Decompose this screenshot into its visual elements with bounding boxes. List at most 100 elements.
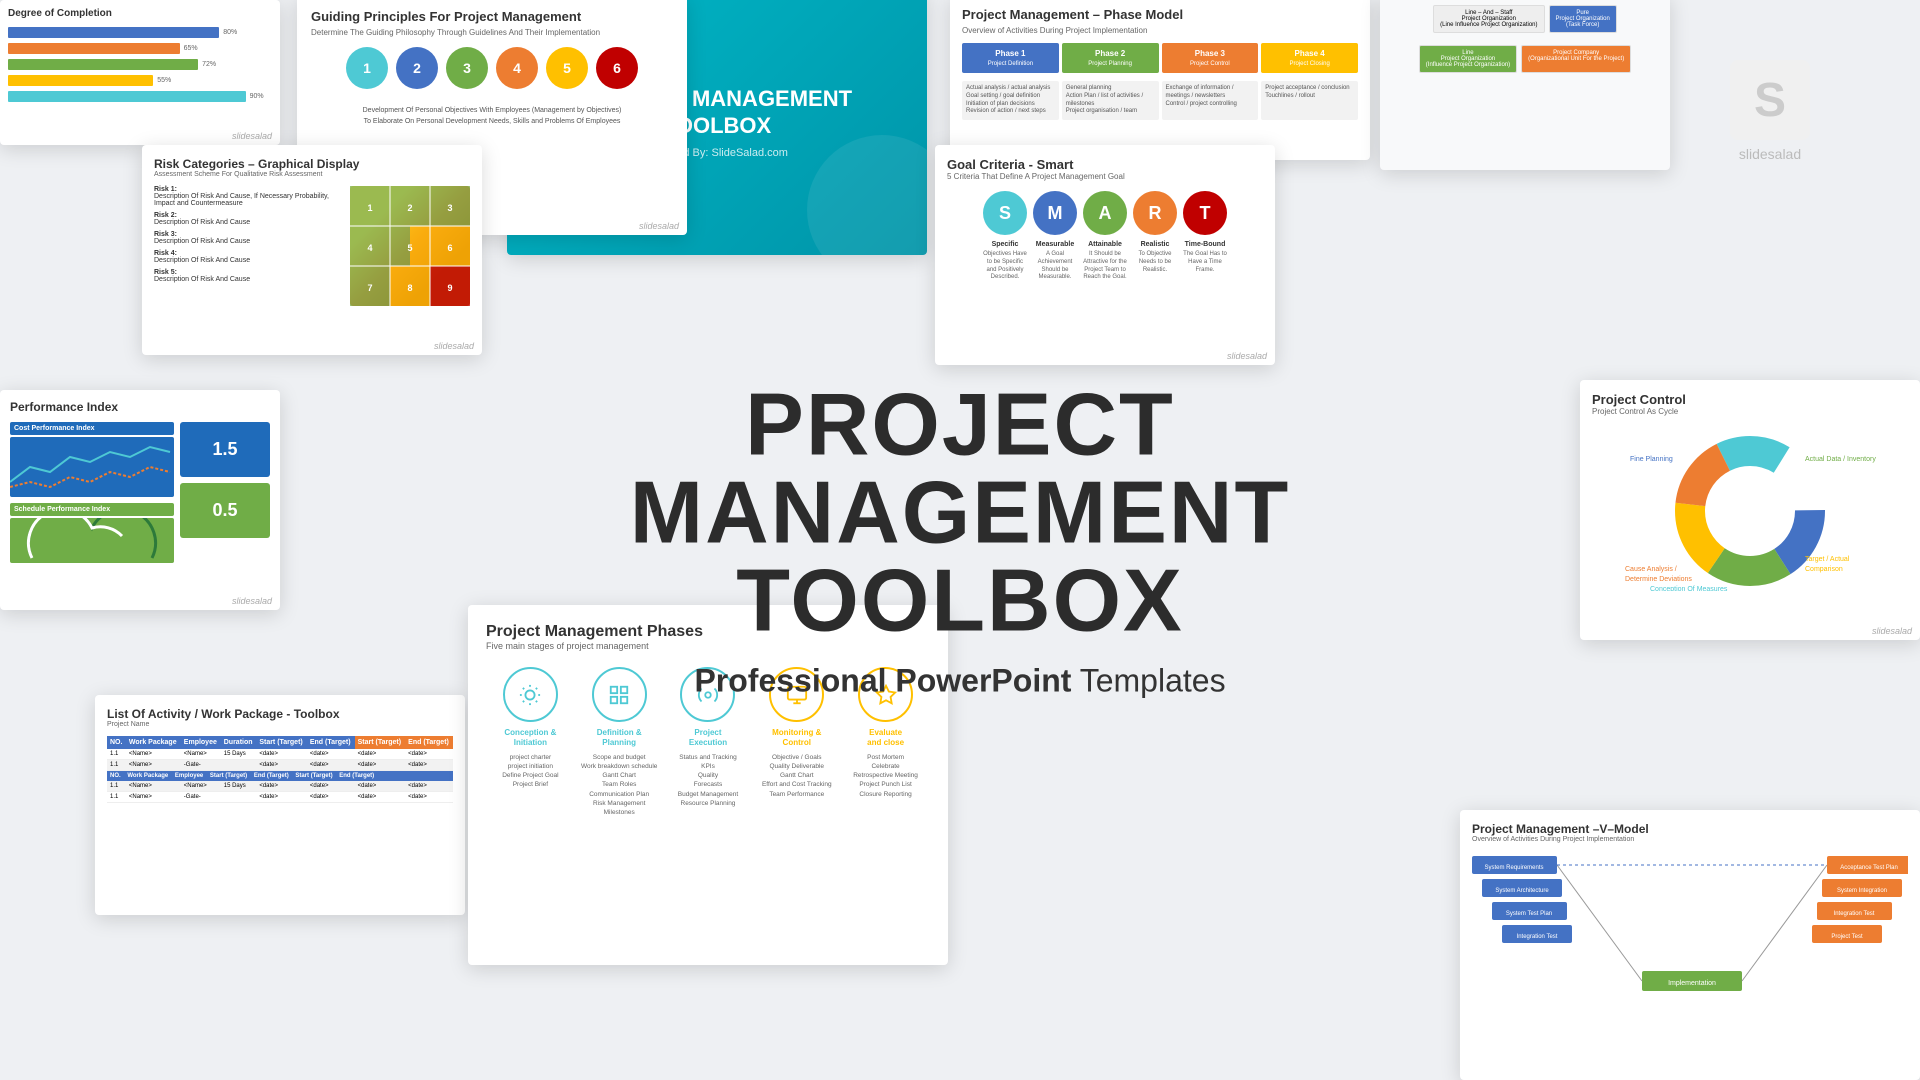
risk-categories-slide[interactable]: Risk Categories – Graphical Display Asse… <box>142 145 482 355</box>
col-wp: Work Package <box>126 736 181 749</box>
project-control-slide[interactable]: Project Control Project Control As Cycle… <box>1580 380 1920 640</box>
svg-text:Conception Of Measures: Conception Of Measures <box>1650 586 1728 591</box>
bar-chart-title: Degree of Completion <box>8 8 272 19</box>
smart-title: Goal Criteria - Smart <box>947 157 1263 172</box>
label-a: Attainable <box>1083 241 1127 248</box>
smart-m: M <box>1033 191 1077 235</box>
execution-label: ProjectExecution <box>689 728 727 747</box>
slidesalad-logo-area: S slidesalad <box>1670 60 1870 162</box>
control-chart: Fine Planning Actual Data / Inventory Ta… <box>1592 426 1908 596</box>
smart-sub: 5 Criteria That Define A Project Managem… <box>947 172 1263 181</box>
main-title-line1: PROJECT MANAGEMENT <box>480 381 1440 557</box>
watermark-control: slidesalad <box>1872 626 1912 636</box>
label-r: Realistic <box>1133 241 1177 248</box>
main-title-area: PROJECT MANAGEMENT TOOLBOX Professional … <box>480 381 1440 700</box>
org-chart-slide[interactable]: Line – And – StaffProject Organization(L… <box>1380 0 1670 170</box>
svg-text:Integration Test: Integration Test <box>1834 911 1875 917</box>
table-row: 1.1<Name><Name>15 Days<date><date><date>… <box>107 749 453 760</box>
svg-text:3: 3 <box>447 203 452 213</box>
smart-t: T <box>1183 191 1227 235</box>
svg-text:Fine Planning: Fine Planning <box>1630 456 1673 463</box>
schedule-value: 0.5 <box>180 483 270 538</box>
svg-text:Comparison: Comparison <box>1805 566 1843 573</box>
phase-1: Phase 1Project Definition <box>962 43 1059 73</box>
performance-index-slide[interactable]: Performance Index Cost Performance Index… <box>0 390 280 610</box>
perf-left: Cost Performance Index Schedule Performa… <box>10 422 174 563</box>
svg-text:Implementation: Implementation <box>1668 980 1716 987</box>
risk-content: Risk 1:Description Of Risk And Cause, If… <box>154 186 470 306</box>
svg-text:Acceptance Test Plan: Acceptance Test Plan <box>1840 865 1898 871</box>
label-t: Time-Bound <box>1183 241 1227 248</box>
col-no: NO. <box>107 736 126 749</box>
step-4: 4 <box>496 47 538 89</box>
evaluate-label: Evaluateand close <box>867 728 904 747</box>
monitoring-label: Monitoring &Control <box>772 728 821 747</box>
monitoring-items: Objective / GoalsQuality DeliverableGant… <box>762 753 832 798</box>
smart-a: A <box>1083 191 1127 235</box>
svg-text:Target / Actual: Target / Actual <box>1805 556 1850 563</box>
risk-matrix: 1 2 3 4 5 6 7 8 9 <box>350 186 470 306</box>
vmodel-sub: Overview of Activities During Project Im… <box>1472 836 1908 843</box>
svg-text:Integration Test: Integration Test <box>1517 934 1558 940</box>
risk-sub: Assessment Scheme For Qualitative Risk A… <box>154 171 470 178</box>
desc-a: It Should be Attractive for the Project … <box>1083 251 1127 282</box>
main-subtitle: Professional PowerPoint Templates <box>480 663 1440 700</box>
col-dur: Duration <box>221 736 257 749</box>
main-title-line2: TOOLBOX <box>480 557 1440 645</box>
phase-4: Phase 4Project Closing <box>1261 43 1358 73</box>
bar-chart-slide[interactable]: Degree of Completion 80% 65% 72% 55% 90%… <box>0 0 280 145</box>
guiding-circles: 1 2 3 4 5 6 <box>311 47 673 89</box>
label-m: Measurable <box>1033 241 1077 248</box>
perf-line-chart <box>10 437 174 497</box>
vmodel-chart: System Requirements System Architecture … <box>1472 851 1908 1011</box>
activity-sub: Project Name <box>107 721 453 728</box>
watermark-smart: slidesalad <box>1227 351 1267 361</box>
step-6: 6 <box>596 47 638 89</box>
activity-list-slide[interactable]: List Of Activity / Work Package - Toolbo… <box>95 695 465 915</box>
control-title: Project Control <box>1592 392 1908 407</box>
conception-label: Conception &Initiation <box>504 728 556 747</box>
desc-t: The Goal Has to Have a Time Frame. <box>1183 251 1227 282</box>
watermark-perf: slidesalad <box>232 596 272 606</box>
col-end2: End (Target) <box>405 736 453 749</box>
col-start1: Start (Target) <box>256 736 307 749</box>
svg-text:Determine Deviations: Determine Deviations <box>1625 576 1692 583</box>
svg-text:7: 7 <box>367 283 372 293</box>
svg-text:System Integration: System Integration <box>1837 888 1887 894</box>
risk-5: Risk 5:Description Of Risk And Cause <box>154 269 340 283</box>
bar-chart-rows: 80% 65% 72% 55% 90% <box>8 27 272 102</box>
svg-text:9: 9 <box>447 283 452 293</box>
phase-model-sub: Overview of Activities During Project Im… <box>962 26 1358 35</box>
guiding-sub: Determine The Guiding Philosophy Through… <box>311 28 673 37</box>
risk-3: Risk 3:Description Of Risk And Cause <box>154 231 340 245</box>
step-2: 2 <box>396 47 438 89</box>
perf-title: Performance Index <box>10 400 270 414</box>
slidesalad-logo-box: S <box>1730 60 1810 140</box>
svg-text:System Test Plan: System Test Plan <box>1506 911 1552 917</box>
desc-r: To Objective Needs to be Realistic. <box>1133 251 1177 282</box>
phase-model-slide[interactable]: Project Management – Phase Model Overvie… <box>950 0 1370 160</box>
vmodel-title: Project Management –V–Model <box>1472 822 1908 836</box>
watermark-bar: slidesalad <box>232 131 272 141</box>
risk-1: Risk 1:Description Of Risk And Cause, If… <box>154 186 340 207</box>
desc-s: Objectives Have to be Specific and Posit… <box>983 251 1027 282</box>
smart-goals-slide[interactable]: Goal Criteria - Smart 5 Criteria That De… <box>935 145 1275 365</box>
svg-text:System Requirements: System Requirements <box>1484 865 1543 871</box>
svg-text:5: 5 <box>407 243 412 253</box>
vmodel-slide[interactable]: Project Management –V–Model Overview of … <box>1460 810 1920 1080</box>
org-row-1: Line – And – StaffProject Organization(L… <box>1390 5 1660 33</box>
evaluate-items: Post MortemCelebrateRetrospective Meetin… <box>853 753 918 798</box>
perf-chart-area: Cost Performance Index Schedule Performa… <box>10 422 270 563</box>
col-start2: Start (Target) <box>355 736 406 749</box>
risk-title: Risk Categories – Graphical Display <box>154 157 470 171</box>
phase-2: Phase 2Project Planning <box>1062 43 1159 73</box>
label-s: Specific <box>983 241 1027 248</box>
slidesalad-s-letter: S <box>1754 73 1786 128</box>
perf-gauge <box>10 518 174 563</box>
smart-labels: Specific Measurable Attainable Realistic… <box>947 241 1263 248</box>
conception-items: project charterproject initiationDefine … <box>502 753 558 789</box>
phase-boxes: Phase 1Project Definition Phase 2Project… <box>962 43 1358 73</box>
subtitle-rest: Templates <box>1071 663 1225 699</box>
step-1: 1 <box>346 47 388 89</box>
org-pure: PureProject Organization(Task Force) <box>1549 5 1617 33</box>
